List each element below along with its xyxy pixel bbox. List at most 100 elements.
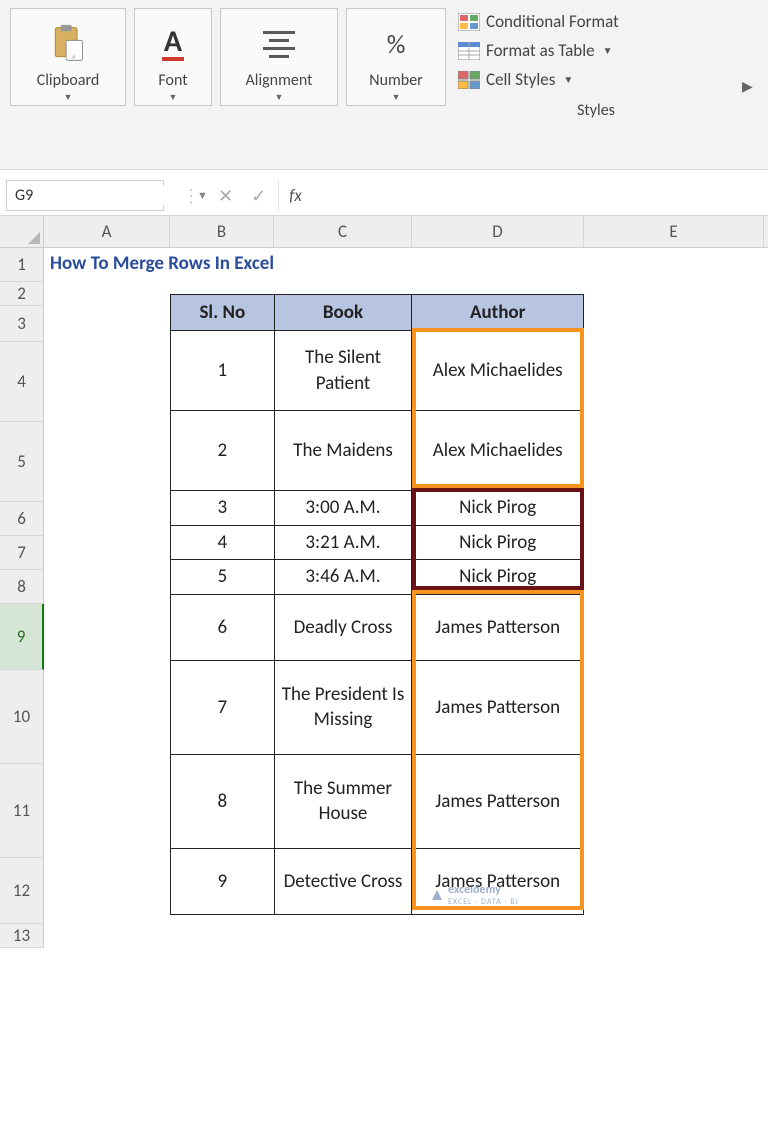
- row-header-12[interactable]: 12: [0, 858, 44, 924]
- th-slno[interactable]: Sl. No: [171, 295, 275, 331]
- cell-no[interactable]: 4: [171, 525, 275, 560]
- cell-no[interactable]: 2: [171, 411, 275, 491]
- cell-A6[interactable]: [44, 502, 170, 536]
- cell-A10[interactable]: [44, 670, 170, 764]
- cell-A7[interactable]: [44, 536, 170, 570]
- row-header-6[interactable]: 6: [0, 502, 44, 536]
- row-header-13[interactable]: 13: [0, 924, 44, 948]
- cell-book[interactable]: Deadly Cross: [274, 594, 412, 660]
- cell-D1[interactable]: [412, 248, 584, 282]
- cell-author[interactable]: Alex Michaelides: [412, 411, 584, 491]
- cell-styles-button[interactable]: Cell Styles ▼: [458, 66, 734, 93]
- name-box[interactable]: ▼: [6, 180, 164, 211]
- cell-E11[interactable]: [584, 764, 764, 858]
- cell-E10[interactable]: [584, 670, 764, 764]
- row-header-11[interactable]: 11: [0, 764, 44, 858]
- format-as-table-button[interactable]: Format as Table ▼: [458, 37, 734, 64]
- cell-no[interactable]: 9: [171, 848, 275, 914]
- cell-B1[interactable]: [170, 248, 274, 282]
- cell-author[interactable]: Alex Michaelides: [412, 331, 584, 411]
- chevron-down-icon[interactable]: ▼: [64, 92, 73, 103]
- cell-A9[interactable]: [44, 604, 170, 670]
- cell-book[interactable]: 3:46 A.M.: [274, 560, 412, 595]
- cell-A4[interactable]: [44, 342, 170, 422]
- fx-label[interactable]: fx: [279, 176, 312, 215]
- cell-A11[interactable]: [44, 764, 170, 858]
- cell-no[interactable]: 5: [171, 560, 275, 595]
- chevron-down-icon[interactable]: ▼: [169, 92, 178, 103]
- col-header-E[interactable]: E: [584, 216, 764, 247]
- row-header-7[interactable]: 7: [0, 536, 44, 570]
- number-group[interactable]: % Number ▼: [346, 8, 446, 106]
- cell-E3[interactable]: [584, 306, 764, 342]
- cancel-icon[interactable]: ✕: [218, 185, 233, 207]
- cell-A2[interactable]: [44, 282, 170, 306]
- row-header-9[interactable]: 9: [0, 604, 44, 670]
- th-book[interactable]: Book: [274, 295, 412, 331]
- alignment-icon: [263, 17, 295, 71]
- cell-E9[interactable]: [584, 604, 764, 670]
- col-header-C[interactable]: C: [274, 216, 412, 247]
- cell-C1[interactable]: [274, 248, 412, 282]
- cell-author[interactable]: Nick Pirog: [412, 560, 584, 595]
- row-header-3[interactable]: 3: [0, 306, 44, 342]
- cell-E7[interactable]: [584, 536, 764, 570]
- font-group[interactable]: A Font ▼: [134, 8, 212, 106]
- cell-E4[interactable]: [584, 342, 764, 422]
- cell-book[interactable]: 3:00 A.M.: [274, 491, 412, 526]
- clipboard-group[interactable]: Clipboard ▼: [10, 8, 126, 106]
- cell-book[interactable]: The Silent Patient: [274, 331, 412, 411]
- chevron-down-icon[interactable]: ▼: [392, 92, 401, 103]
- col-header-A[interactable]: A: [44, 216, 170, 247]
- chevron-down-icon[interactable]: ▼: [275, 92, 284, 103]
- row-header-5[interactable]: 5: [0, 422, 44, 502]
- cell-book[interactable]: The Maidens: [274, 411, 412, 491]
- cell-E1[interactable]: [584, 248, 764, 282]
- cell-author[interactable]: James Patterson: [412, 660, 584, 754]
- cell-A1[interactable]: How To Merge Rows In Excel: [44, 248, 170, 282]
- col-header-B[interactable]: B: [170, 216, 274, 247]
- cell-E5[interactable]: [584, 422, 764, 502]
- table-row: 6Deadly CrossJames Patterson: [171, 594, 584, 660]
- cell-book[interactable]: Detective Cross: [274, 848, 412, 914]
- cell-author[interactable]: Nick Pirog: [412, 491, 584, 526]
- cell-E8[interactable]: [584, 570, 764, 604]
- chevron-down-icon: ▼: [603, 44, 613, 57]
- cell-book[interactable]: 3:21 A.M.: [274, 525, 412, 560]
- formula-input[interactable]: [312, 176, 768, 215]
- cell-A3[interactable]: [44, 306, 170, 342]
- cell-author[interactable]: Nick Pirog: [412, 525, 584, 560]
- cell-C13[interactable]: [274, 924, 412, 948]
- cell-A12[interactable]: [44, 858, 170, 924]
- cell-A8[interactable]: [44, 570, 170, 604]
- cell-no[interactable]: 6: [171, 594, 275, 660]
- th-author[interactable]: Author: [412, 295, 584, 331]
- cell-A13[interactable]: [44, 924, 170, 948]
- cell-E13[interactable]: [584, 924, 764, 948]
- cell-no[interactable]: 7: [171, 660, 275, 754]
- enter-icon[interactable]: ✓: [251, 185, 266, 207]
- row-header-2[interactable]: 2: [0, 282, 44, 306]
- cell-D13[interactable]: [412, 924, 584, 948]
- cell-author[interactable]: James Patterson: [412, 594, 584, 660]
- conditional-formatting-button[interactable]: Conditional Format: [458, 8, 734, 35]
- alignment-group[interactable]: Alignment ▼: [220, 8, 338, 106]
- cell-E12[interactable]: [584, 858, 764, 924]
- cell-A5[interactable]: [44, 422, 170, 502]
- row-header-10[interactable]: 10: [0, 670, 44, 764]
- ribbon-expand-icon[interactable]: ▶: [742, 78, 758, 95]
- cell-E2[interactable]: [584, 282, 764, 306]
- cell-B13[interactable]: [170, 924, 274, 948]
- cell-no[interactable]: 3: [171, 491, 275, 526]
- cell-author[interactable]: James Patterson: [412, 754, 584, 848]
- row-header-8[interactable]: 8: [0, 570, 44, 604]
- cell-no[interactable]: 1: [171, 331, 275, 411]
- col-header-D[interactable]: D: [412, 216, 584, 247]
- select-all-corner[interactable]: [0, 216, 44, 248]
- cell-book[interactable]: The Summer House: [274, 754, 412, 848]
- row-header-1[interactable]: 1: [0, 248, 44, 282]
- cell-book[interactable]: The President Is Missing: [274, 660, 412, 754]
- cell-E6[interactable]: [584, 502, 764, 536]
- cell-no[interactable]: 8: [171, 754, 275, 848]
- row-header-4[interactable]: 4: [0, 342, 44, 422]
